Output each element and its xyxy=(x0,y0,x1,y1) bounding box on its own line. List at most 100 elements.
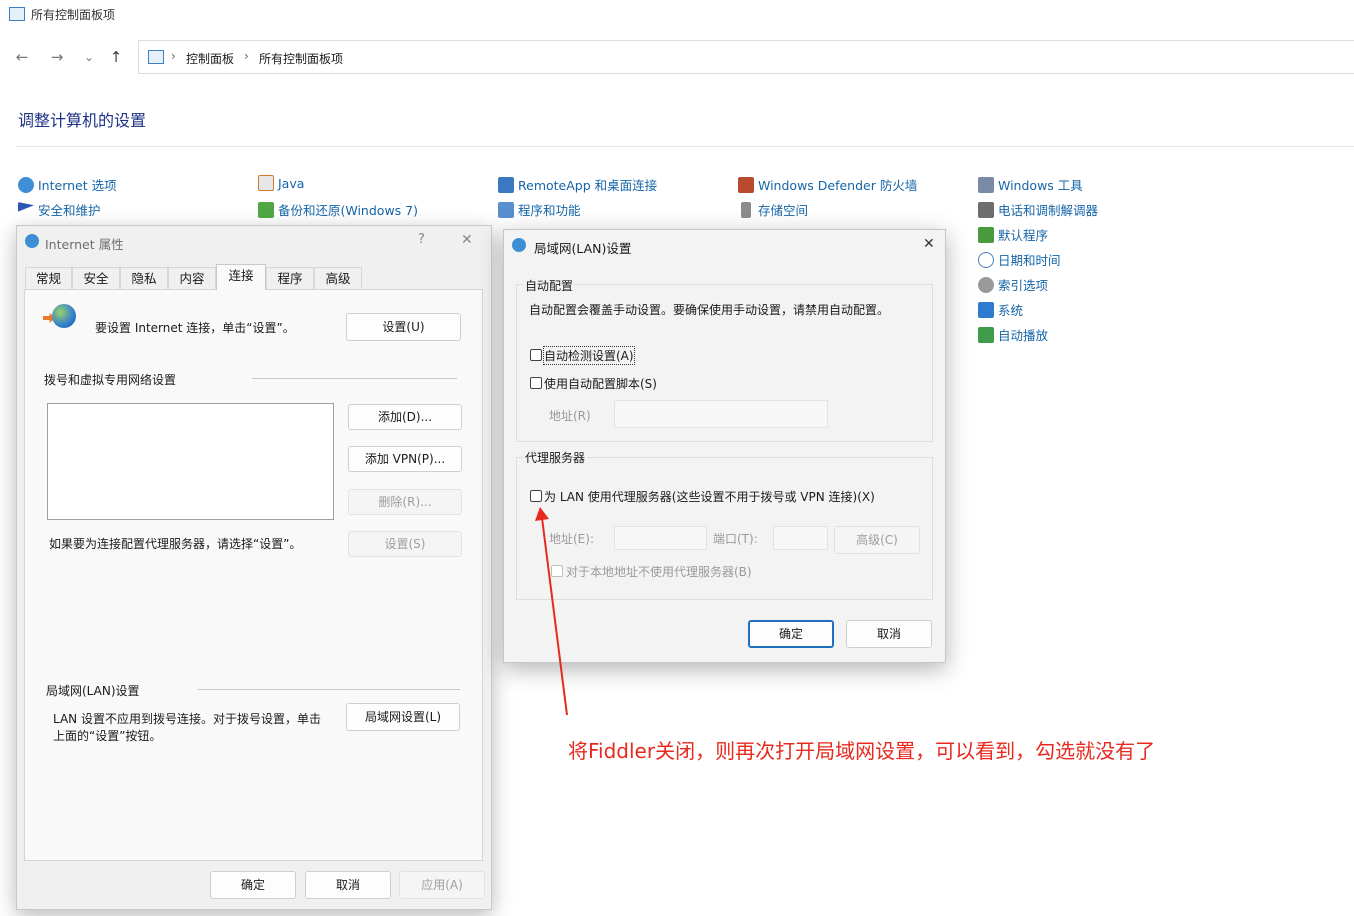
indexing-icon xyxy=(978,277,994,293)
cp-item-label: 日期和时间 xyxy=(998,253,1061,268)
cp-item-remoteapp[interactable]: RemoteApp 和桌面连接 xyxy=(498,175,657,194)
tab-programs[interactable]: 程序 xyxy=(266,267,314,289)
ok-button[interactable]: 确定 xyxy=(748,620,834,648)
window-titlebar: 所有控制面板项 xyxy=(0,0,1354,28)
close-button[interactable]: ✕ xyxy=(923,236,935,252)
cp-item-firewall[interactable]: Windows Defender 防火墙 xyxy=(738,175,917,194)
cp-item-label: 存储空间 xyxy=(758,203,809,218)
script-address-input[interactable] xyxy=(614,400,828,428)
cp-item-indexing[interactable]: 索引选项 xyxy=(978,275,1048,294)
cp-item-label: Internet 选项 xyxy=(38,178,117,193)
cp-item-label: Windows 工具 xyxy=(998,178,1083,193)
tab-connections[interactable]: 连接 xyxy=(216,264,266,290)
internet-options-icon xyxy=(25,234,39,248)
add-button[interactable]: 添加(D)... xyxy=(348,404,462,430)
tab-security[interactable]: 安全 xyxy=(72,267,120,289)
breadcrumb-control-panel[interactable]: 控制面板 xyxy=(186,50,234,67)
use-proxy-label[interactable]: 为 LAN 使用代理服务器(这些设置不用于拨号或 VPN 连接)(X) xyxy=(544,488,875,505)
cp-item-label: Java xyxy=(278,176,305,191)
lan-settings-button[interactable]: 局域网设置(L) xyxy=(346,703,460,731)
cp-item-default-programs[interactable]: 默认程序 xyxy=(978,225,1048,244)
proxy-address-label: 地址(E): xyxy=(549,532,594,546)
clock-icon xyxy=(978,252,994,268)
cp-item-label: 自动播放 xyxy=(998,328,1049,343)
globe-icon xyxy=(52,304,76,328)
settings-button[interactable]: 设置(S) xyxy=(348,531,462,557)
proxy-note: 如果要为连接配置代理服务器，请选择“设置”。 xyxy=(49,537,302,551)
divider xyxy=(198,689,460,690)
internet-properties-dialog: Internet 属性 ? ✕ 常规 安全 隐私 内容 连接 程序 高级 要设置… xyxy=(16,225,492,910)
cp-item-label: 备份和还原(Windows 7) xyxy=(278,203,418,218)
lan-section-label: 局域网(LAN)设置 xyxy=(46,684,140,698)
cp-item-label: 索引选项 xyxy=(998,278,1049,293)
apply-button[interactable]: 应用(A) xyxy=(399,871,485,899)
default-programs-icon xyxy=(978,227,994,243)
cp-item-phone-modem[interactable]: 电话和调制解调器 xyxy=(978,200,1098,219)
port-input[interactable] xyxy=(773,526,828,550)
remove-button[interactable]: 删除(R)... xyxy=(348,489,462,515)
dialog-title: Internet 属性 xyxy=(45,237,124,252)
lan-note-line-1: LAN 设置不应用到拨号连接。对于拨号设置，单击 xyxy=(53,712,321,726)
cp-item-java[interactable]: Java xyxy=(258,175,304,191)
cp-item-storage-spaces[interactable]: 存储空间 xyxy=(738,200,808,219)
help-button[interactable]: ? xyxy=(418,232,425,247)
recent-locations-button[interactable]: ⌄ xyxy=(77,45,101,69)
script-address-label: 地址(R) xyxy=(549,409,591,423)
cp-item-system[interactable]: 系统 xyxy=(978,300,1023,319)
programs-icon xyxy=(498,202,514,218)
cp-item-windows-tools[interactable]: Windows 工具 xyxy=(978,175,1083,194)
storage-icon xyxy=(741,202,751,218)
cp-item-autoplay[interactable]: 自动播放 xyxy=(978,325,1048,344)
back-button[interactable]: ← xyxy=(10,45,34,69)
add-vpn-button[interactable]: 添加 VPN(P)... xyxy=(348,446,462,472)
up-button[interactable]: ↑ xyxy=(104,45,128,69)
tab-privacy[interactable]: 隐私 xyxy=(120,267,168,289)
internet-options-icon xyxy=(18,177,34,193)
cp-item-label: 安全和维护 xyxy=(38,203,101,218)
ok-button[interactable]: 确定 xyxy=(210,871,296,899)
close-button[interactable]: ✕ xyxy=(461,232,473,248)
cp-item-security-maintenance[interactable]: 安全和维护 xyxy=(18,200,101,219)
lan-note-line-2: 上面的“设置”按钮。 xyxy=(53,729,162,743)
divider xyxy=(252,378,457,379)
tab-advanced[interactable]: 高级 xyxy=(314,267,362,289)
address-bar[interactable]: › 控制面板 › 所有控制面板项 xyxy=(138,40,1354,74)
bypass-local-label[interactable]: 对于本地地址不使用代理服务器(B) xyxy=(566,563,752,580)
forward-button[interactable]: → xyxy=(45,45,69,69)
tab-content[interactable]: 内容 xyxy=(168,267,216,289)
window-title: 所有控制面板项 xyxy=(31,8,116,22)
setup-button[interactable]: 设置(U) xyxy=(346,313,461,341)
auto-detect-checkbox[interactable] xyxy=(530,349,542,361)
cp-item-label: 电话和调制解调器 xyxy=(998,203,1099,218)
cp-item-programs-features[interactable]: 程序和功能 xyxy=(498,200,581,219)
connections-listbox[interactable] xyxy=(47,403,334,520)
auto-detect-label[interactable]: 自动检测设置(A) xyxy=(543,346,635,365)
remoteapp-icon xyxy=(498,177,514,193)
lan-settings-dialog: 局域网(LAN)设置 ✕ 自动配置 自动配置会覆盖手动设置。要确保使用手动设置，… xyxy=(503,229,946,663)
breadcrumb-separator: › xyxy=(244,49,249,63)
cp-item-internet-options[interactable]: Internet 选项 xyxy=(18,175,117,194)
dialup-section-label: 拨号和虚拟专用网络设置 xyxy=(44,373,177,387)
proxy-address-input[interactable] xyxy=(614,526,707,550)
annotation-text: 将Fiddler关闭，则再次打开局域网设置，可以看到，勾选就没有了 xyxy=(568,739,1156,763)
cp-item-backup-restore[interactable]: 备份和还原(Windows 7) xyxy=(258,200,418,219)
cp-item-date-time[interactable]: 日期和时间 xyxy=(978,250,1061,269)
cancel-button[interactable]: 取消 xyxy=(846,620,932,648)
phone-modem-icon xyxy=(978,202,994,218)
use-proxy-checkbox[interactable] xyxy=(530,490,542,502)
cp-item-label: 程序和功能 xyxy=(518,203,581,218)
auto-script-label[interactable]: 使用自动配置脚本(S) xyxy=(544,375,657,392)
cp-item-label: 默认程序 xyxy=(998,228,1049,243)
cancel-button[interactable]: 取消 xyxy=(305,871,391,899)
system-icon xyxy=(978,302,994,318)
breadcrumb-all-items[interactable]: 所有控制面板项 xyxy=(259,50,343,67)
auto-config-title: 自动配置 xyxy=(523,277,576,294)
autoplay-icon xyxy=(978,327,994,343)
advanced-button[interactable]: 高级(C) xyxy=(834,526,920,554)
tab-general[interactable]: 常规 xyxy=(25,267,72,289)
firewall-icon xyxy=(738,177,754,193)
bypass-local-checkbox[interactable] xyxy=(551,565,563,577)
auto-script-checkbox[interactable] xyxy=(530,377,542,389)
internet-options-icon xyxy=(512,238,526,252)
page-title: 调整计算机的设置 xyxy=(18,111,147,130)
